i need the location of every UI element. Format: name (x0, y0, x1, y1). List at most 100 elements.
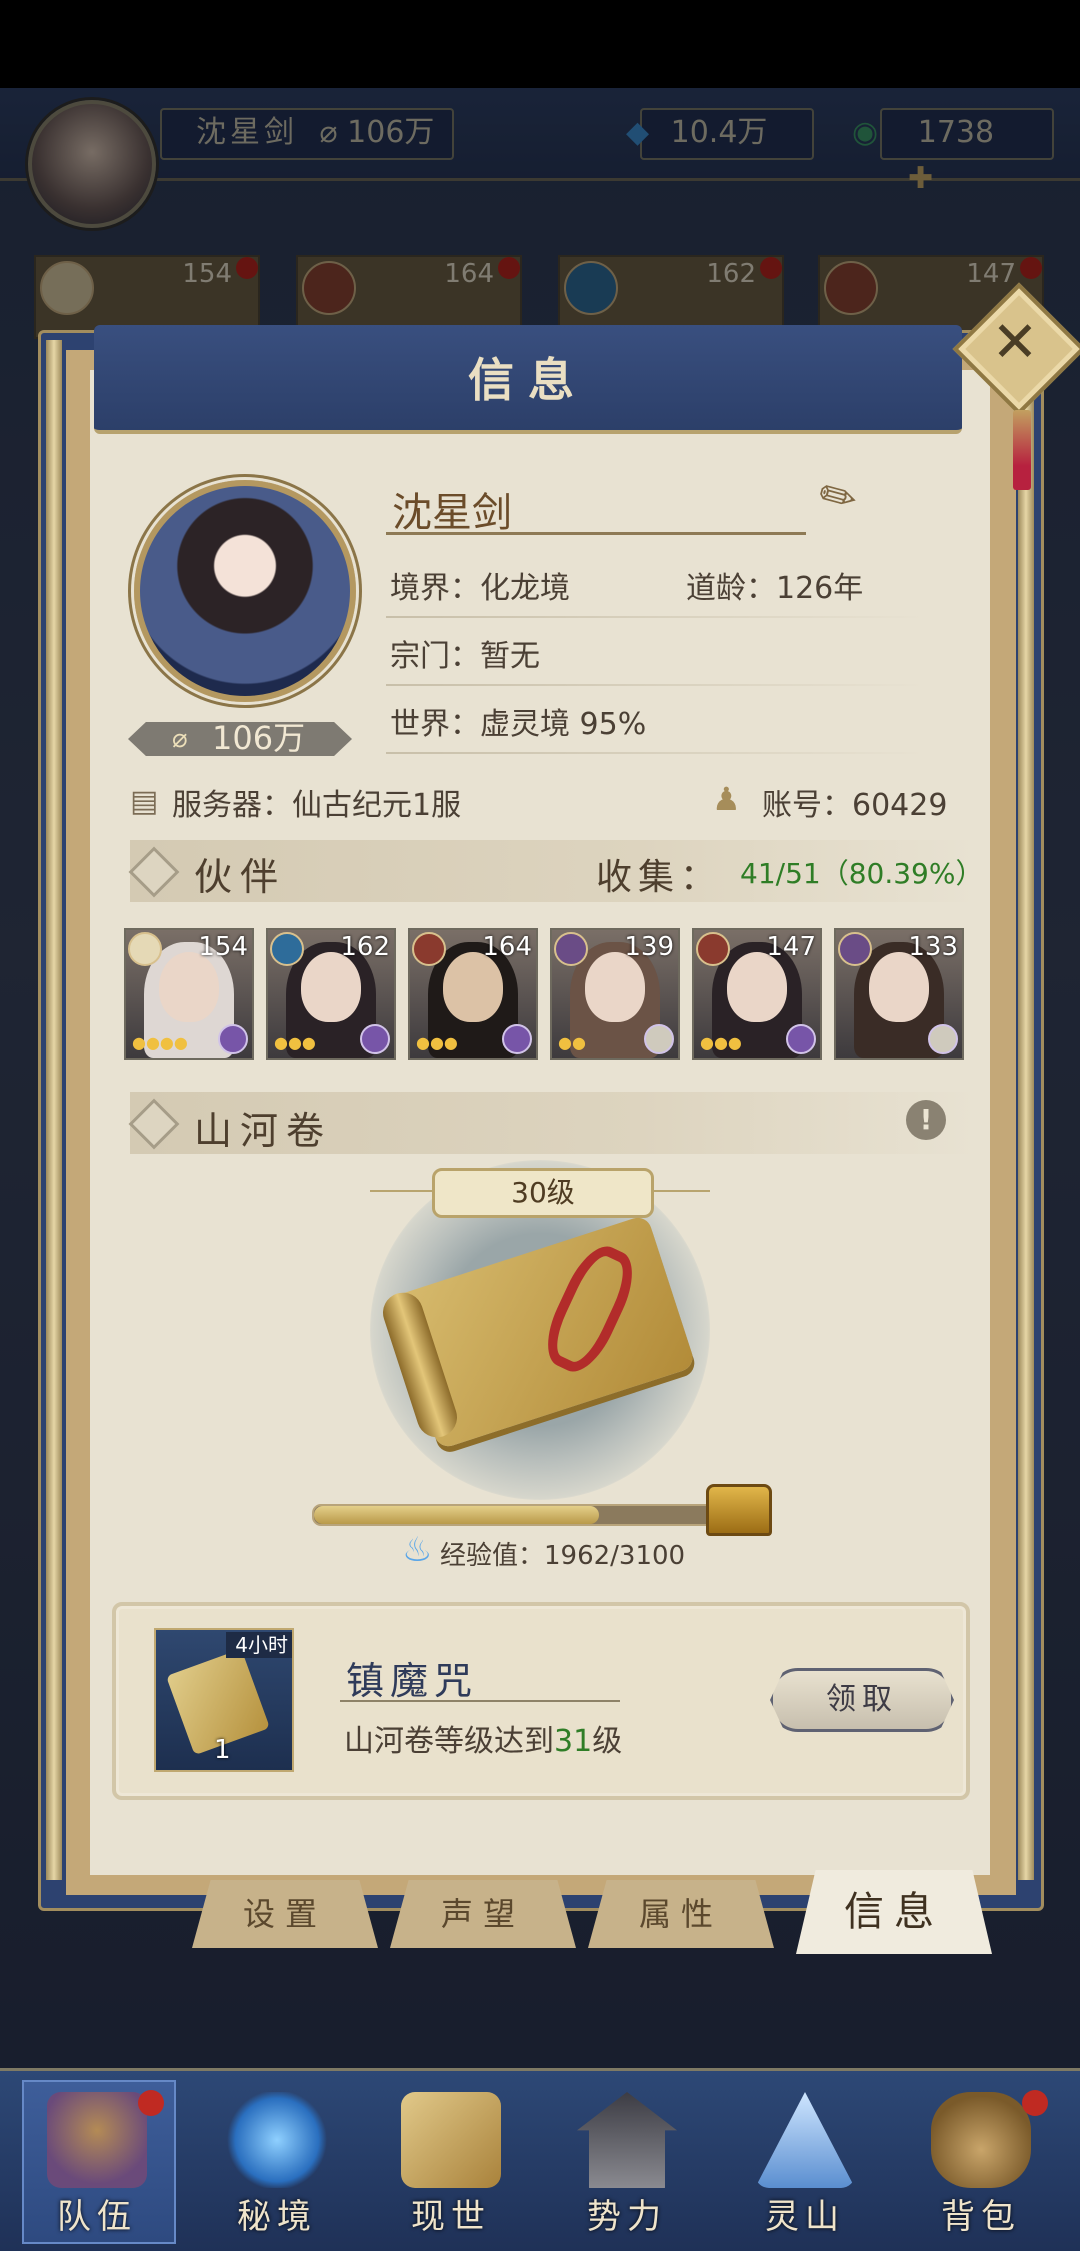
age-text: 道龄：126年 (686, 571, 864, 606)
scroll-level: 30级 (432, 1168, 654, 1218)
tab-settings[interactable]: 设置 (192, 1880, 378, 1948)
tassel-decoration (1013, 410, 1031, 490)
mountain-icon (755, 2092, 855, 2188)
realm-text: 境界：化龙境 (390, 571, 570, 606)
fire-element-icon (412, 932, 446, 966)
exp-text: 经验值：1962/3100 (440, 1541, 686, 1571)
companion-card[interactable]: 133 (834, 928, 964, 1060)
grade-icon (502, 1024, 532, 1054)
companion-face (159, 952, 219, 1022)
server-text: 服务器：仙古纪元1服 (172, 788, 462, 823)
companion-stars: ●●● (700, 1033, 742, 1052)
desc-prefix: 山河卷等级达到 (344, 1724, 554, 1759)
water-element-icon (270, 932, 304, 966)
nav-backpack[interactable]: 背包 (896, 2074, 1066, 2244)
left-rod (46, 340, 62, 1880)
grade-icon (786, 1024, 816, 1054)
companion-face (869, 952, 929, 1022)
companion-level: 147 (766, 932, 816, 962)
bag-icon (931, 2092, 1031, 2188)
portal-icon (227, 2092, 327, 2188)
companion-stars: ●● (558, 1033, 586, 1052)
light-element-icon (128, 932, 162, 966)
companion-card[interactable]: 139 ●● (550, 928, 680, 1060)
reward-duration: 4小时 (226, 1632, 292, 1658)
grade-icon (360, 1024, 390, 1054)
nav-team[interactable]: 队伍 (12, 2074, 182, 2244)
companion-face (727, 952, 787, 1022)
profile-name: 沈星剑 (392, 490, 512, 536)
nav-secret-realm[interactable]: 秘境 (192, 2074, 362, 2244)
nav-faction-label: 势力 (587, 2197, 667, 2237)
divider (386, 616, 926, 618)
fire-element-icon (696, 932, 730, 966)
account-text: 账号：60429 (762, 788, 948, 823)
world-scroll-icon (401, 2092, 501, 2188)
status-bar (0, 0, 1080, 88)
profile-portrait (134, 480, 356, 702)
nav-world-label: 现世 (411, 2197, 491, 2237)
world-text: 世界：虚灵境 95% (390, 707, 647, 742)
notify-dot (1022, 2090, 1048, 2116)
desc-highlight: 31 (554, 1724, 593, 1759)
companion-stars: ●●● (416, 1033, 458, 1052)
notify-dot (138, 2090, 164, 2116)
sect-text: 宗门：暂无 (390, 639, 540, 674)
nav-spirit-mountain[interactable]: 灵山 (720, 2074, 890, 2244)
power-value: 106万 (212, 719, 306, 757)
modal-title: 信息 (468, 353, 588, 407)
companion-card[interactable]: 154 ●●●● (124, 928, 254, 1060)
tab-info[interactable]: 信息 (796, 1870, 992, 1954)
companion-stars: ●●●● (132, 1033, 188, 1052)
companions-title: 伙伴 (194, 855, 287, 899)
companion-card[interactable]: 164 ●●● (408, 928, 538, 1060)
reward-divider (340, 1700, 620, 1702)
shadow-element-icon (554, 932, 588, 966)
palace-icon (577, 2092, 677, 2188)
companion-level: 162 (340, 932, 390, 962)
divider (386, 684, 926, 686)
companion-card[interactable]: 147 ●●● (692, 928, 822, 1060)
companion-stars: ●●● (274, 1033, 316, 1052)
reward-count: 1 (214, 1735, 231, 1765)
companion-level: 154 (198, 932, 248, 962)
team-icon (47, 2092, 147, 2188)
companion-face (301, 952, 361, 1022)
nav-secret-realm-label: 秘境 (237, 2197, 317, 2237)
grade-icon (218, 1024, 248, 1054)
info-icon[interactable]: ! (906, 1100, 946, 1140)
claim-button[interactable]: 领取 (770, 1668, 954, 1732)
desc-suffix: 级 (592, 1724, 623, 1759)
grade-icon (644, 1024, 674, 1054)
server-icon: ▤ (130, 784, 159, 819)
companion-level: 139 (624, 932, 674, 962)
companion-face (443, 952, 503, 1022)
tab-attributes[interactable]: 属性 (588, 1880, 774, 1948)
power-icon: ⌀ (172, 724, 188, 754)
nav-team-label: 队伍 (57, 2197, 137, 2237)
right-rod (1018, 340, 1034, 1880)
reward-description: 山河卷等级达到31级 (344, 1716, 622, 1760)
collect-value: 41/51（80.39%） (740, 857, 984, 890)
companion-level: 164 (482, 932, 532, 962)
treasure-chest-icon[interactable] (706, 1484, 772, 1536)
companion-card[interactable]: 162 ●●● (266, 928, 396, 1060)
exp-bar-fill (314, 1506, 599, 1524)
name-underline (386, 532, 806, 535)
companion-level: 133 (908, 932, 958, 962)
flame-icon: ♨ (402, 1530, 433, 1570)
reward-title: 镇魔咒 (346, 1659, 479, 1703)
grade-icon (928, 1024, 958, 1054)
nav-spirit-mountain-label: 灵山 (765, 2197, 845, 2237)
shadow-element-icon (838, 932, 872, 966)
nav-world[interactable]: 现世 (366, 2074, 536, 2244)
divider (386, 752, 926, 754)
tab-reputation[interactable]: 声望 (390, 1880, 576, 1948)
nav-backpack-label: 背包 (941, 2197, 1021, 2237)
close-icon[interactable]: ✕ (972, 300, 1058, 386)
companion-face (585, 952, 645, 1022)
collect-label: 收集： (596, 857, 723, 898)
nav-faction[interactable]: 势力 (542, 2074, 712, 2244)
account-icon: ♟ (712, 780, 741, 818)
scroll-title: 山河卷 (194, 1109, 333, 1153)
